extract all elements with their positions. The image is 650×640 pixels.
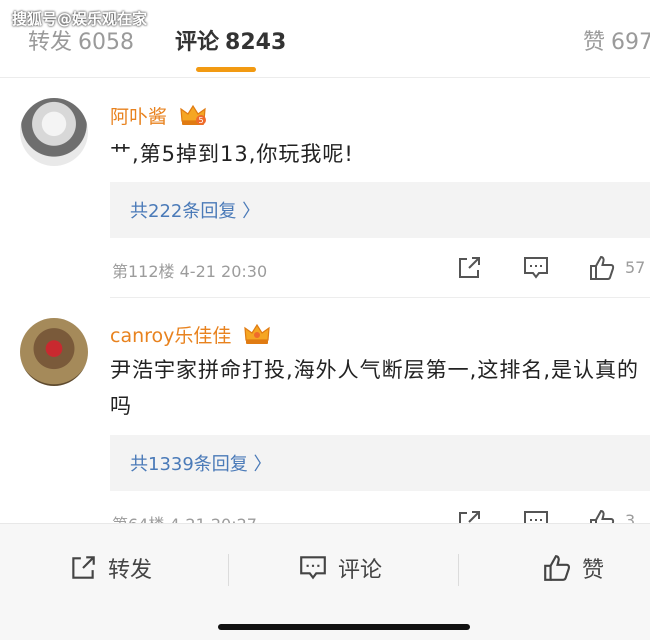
tab-comment[interactable]: 评论 8243 — [175, 24, 286, 56]
active-tab-indicator — [196, 67, 256, 72]
comment-icon[interactable] — [522, 254, 550, 282]
thumbs-up-icon[interactable] — [588, 254, 616, 282]
comment-text: 艹,第5掉到13,你玩我呢! — [110, 142, 354, 166]
like-button[interactable]: 赞 — [542, 552, 604, 584]
repost-label: 转发 — [108, 558, 153, 583]
comment-text: 尹浩宇家拼命打投,海外人气断层第一,这排名,是认真的吗 — [110, 358, 640, 418]
comment-label: 评论 — [338, 558, 383, 583]
replies-box[interactable]: 共222条回复 〉 — [110, 182, 650, 238]
comment-button[interactable]: 评论 — [298, 552, 382, 584]
crown-level: 5 — [199, 116, 204, 125]
avatar[interactable] — [20, 98, 88, 166]
watermark-text: 搜狐号@娱乐观在家 — [12, 10, 148, 28]
share-icon — [72, 556, 95, 579]
tab-repost-label: 转发 — [28, 30, 73, 55]
tab-comment-label: 评论 — [175, 30, 220, 55]
tab-repost-count: 6058 — [78, 30, 135, 55]
comment-meta: 第112楼 4-21 20:30 — [112, 262, 268, 281]
like-count: 57 — [625, 258, 646, 277]
crown-icon: 5 — [180, 104, 207, 125]
avatar[interactable] — [20, 318, 88, 386]
comment-username[interactable]: 阿卟酱 5 — [110, 102, 207, 129]
replies-link[interactable]: 共222条回复 〉 — [130, 197, 260, 223]
username-text: 阿卟酱 — [110, 106, 168, 128]
tab-like[interactable]: 赞 697 — [583, 24, 650, 56]
tab-comment-count: 8243 — [225, 30, 287, 55]
divider — [458, 554, 459, 586]
tab-like-label: 赞 — [583, 30, 606, 55]
divider — [110, 297, 650, 298]
comment-icon — [300, 556, 326, 580]
like-label: 赞 — [582, 558, 605, 583]
thumbs-up-icon — [544, 555, 571, 581]
replies-link[interactable]: 共1339条回复 〉 — [130, 450, 272, 476]
divider — [228, 554, 229, 586]
tab-like-count: 697 — [611, 30, 650, 55]
share-icon[interactable] — [455, 254, 483, 282]
username-text: canroy乐佳佳 — [110, 325, 232, 347]
replies-box[interactable]: 共1339条回复 〉 — [110, 435, 650, 491]
comment-username[interactable]: canroy乐佳佳 — [110, 321, 271, 348]
home-indicator[interactable] — [218, 624, 470, 630]
crown-icon — [244, 323, 271, 344]
repost-button[interactable]: 转发 — [68, 552, 152, 584]
bottom-action-bar: 转发 评论 赞 — [0, 523, 650, 640]
